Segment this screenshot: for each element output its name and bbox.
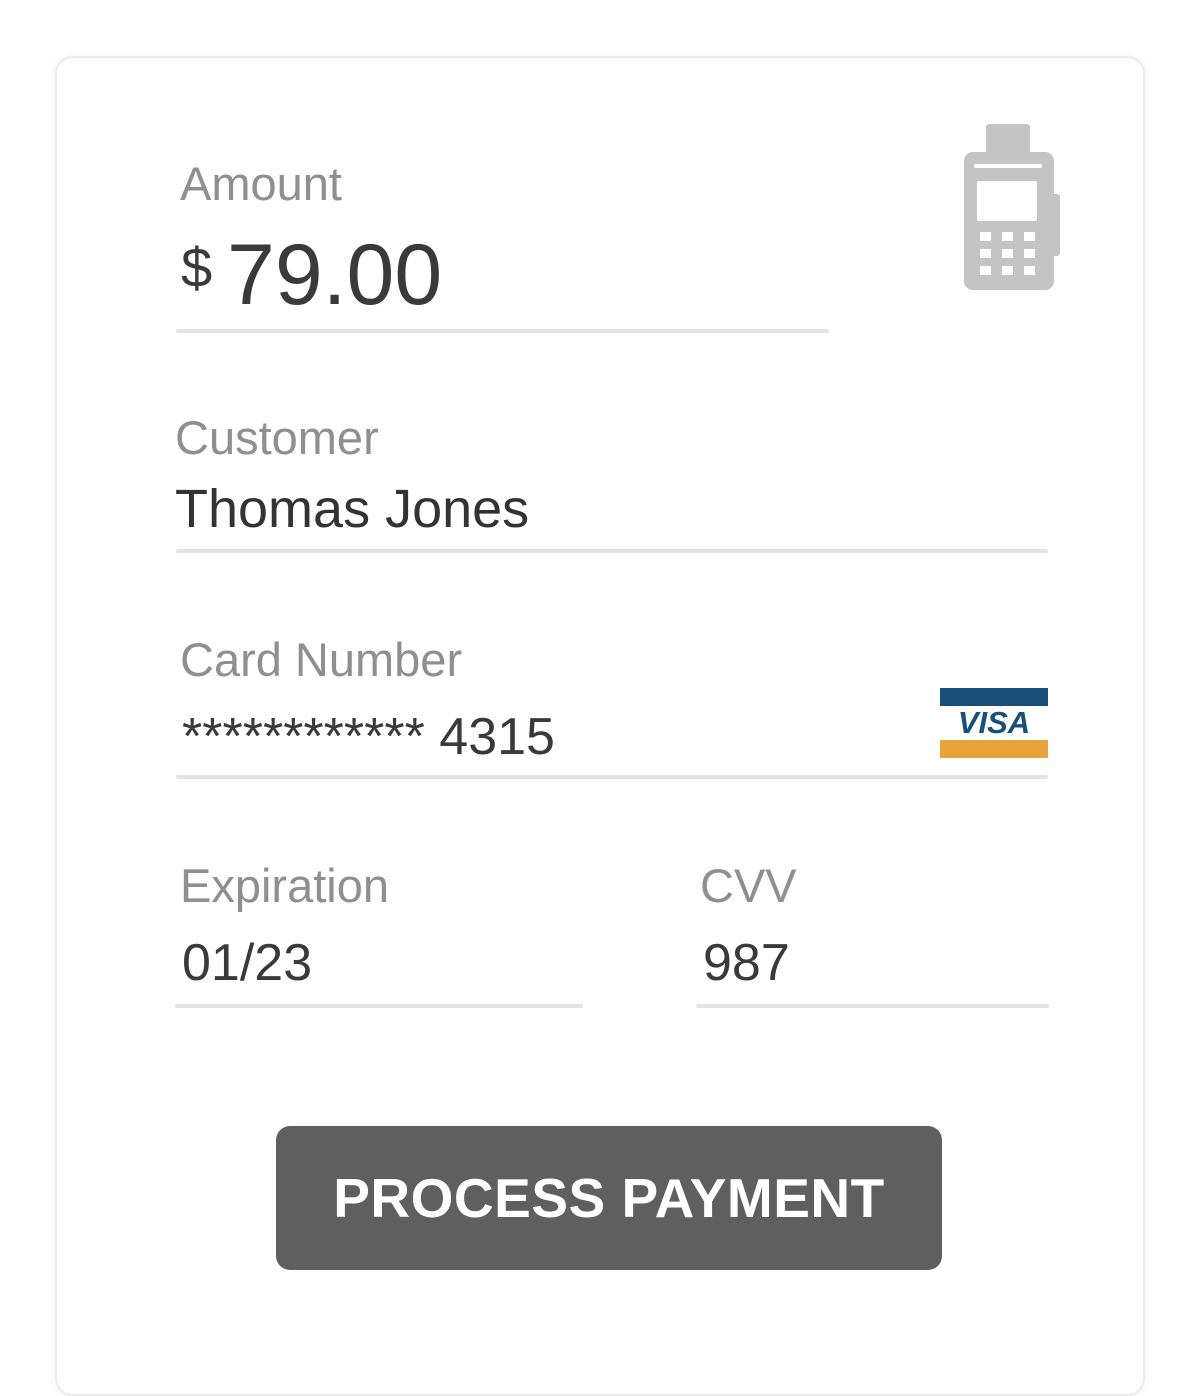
expiration-label: Expiration xyxy=(180,859,389,912)
currency-symbol: $ xyxy=(181,236,213,299)
visa-icon: VISA xyxy=(940,688,1048,758)
card-number-field[interactable]: ************ 4315 xyxy=(182,711,555,763)
card-number-underline xyxy=(176,775,1048,779)
expiration-field[interactable]: 01/23 xyxy=(182,937,312,989)
amount-field[interactable]: 79.00 xyxy=(227,232,442,318)
customer-underline xyxy=(176,549,1048,553)
process-payment-button[interactable]: PROCESS PAYMENT xyxy=(276,1126,942,1270)
amount-underline xyxy=(176,329,829,333)
visa-brand-text: VISA xyxy=(958,705,1030,740)
payment-terminal-icon xyxy=(964,124,1060,290)
card-number-label: Card Number xyxy=(180,633,463,686)
customer-label: Customer xyxy=(175,411,379,464)
customer-field[interactable]: Thomas Jones xyxy=(175,482,529,536)
expiration-underline xyxy=(175,1004,583,1008)
cvv-field[interactable]: 987 xyxy=(703,937,790,989)
amount-label: Amount xyxy=(180,157,342,210)
cvv-label: CVV xyxy=(700,859,797,912)
cvv-underline xyxy=(696,1004,1049,1008)
